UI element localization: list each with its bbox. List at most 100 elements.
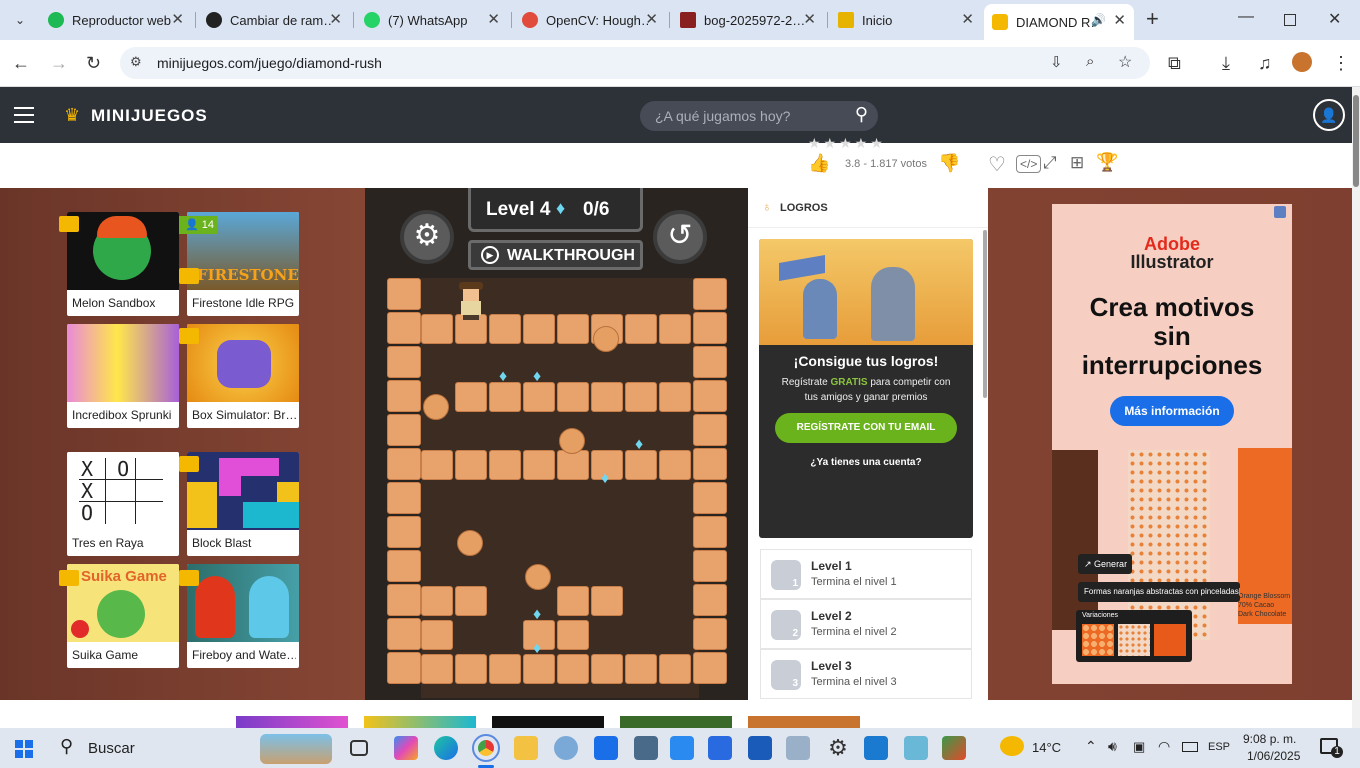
tab-search-button[interactable]: ⌄	[8, 8, 32, 32]
copilot-icon[interactable]	[394, 736, 418, 760]
url-text[interactable]: minijuegos.com/juego/diamond-rush	[157, 55, 382, 71]
ad-generate-button[interactable]: ↗ Generar	[1078, 554, 1132, 574]
camera-icon[interactable]: ▣	[1133, 739, 1145, 755]
game-card-melon-sandbox[interactable]: Melon Sandbox	[67, 212, 179, 316]
tab-spotify[interactable]: Reproductor web ✕	[40, 6, 192, 34]
hamburger-menu-icon[interactable]	[14, 107, 34, 123]
menu-icon[interactable]: ⋮	[1332, 52, 1350, 74]
tab-opencv[interactable]: OpenCV: Hough… ✕	[514, 6, 666, 34]
edge-icon[interactable]	[434, 736, 458, 760]
clock-date[interactable]: 1/06/2025	[1247, 749, 1300, 763]
weather-temp[interactable]: 14°C	[1032, 740, 1061, 755]
trophy-icon[interactable]: 🏆	[1096, 152, 1118, 173]
volume-icon[interactable]: 🔊︎	[1108, 738, 1117, 755]
login-link[interactable]: ¿Ya tienes una cuenta?	[759, 457, 973, 468]
game-card-tres-en-raya[interactable]: X O X O Tres en Raya	[67, 452, 179, 556]
fullscreen-icon[interactable]: ⤢	[1043, 153, 1057, 173]
achievement-level-3[interactable]: 3 Level 3 Termina el nivel 3	[760, 649, 972, 699]
close-window-button[interactable]: ✕	[1328, 9, 1341, 29]
notepad-icon[interactable]	[904, 736, 928, 760]
game-card-block-blast[interactable]: Block Blast	[187, 452, 299, 556]
language-indicator[interactable]: ESP	[1208, 741, 1230, 753]
weather-icon[interactable]	[1000, 736, 1024, 756]
visual-studio-code-icon[interactable]	[864, 736, 888, 760]
download-icon[interactable]: ⤓	[1222, 52, 1230, 74]
outlook-icon[interactable]	[594, 736, 618, 760]
site-logo[interactable]: MINIJUEGOS	[91, 106, 208, 126]
thumbs-down-icon[interactable]: 👎	[938, 153, 960, 174]
game-canvas[interactable]: ♦ ♦ ♦ ♦ ♦ ♦ Level 4 ♦ 0/6 ⚙ ▶ WALKTHROUGH ↺	[365, 188, 748, 700]
speaker-icon[interactable]: 🔊	[1091, 13, 1106, 27]
git-icon[interactable]	[942, 736, 966, 760]
achievement-level-1[interactable]: 1 Level 1 Termina el nivel 1	[760, 549, 972, 599]
battery-icon[interactable]	[1182, 742, 1198, 752]
install-icon[interactable]: ⇩	[1050, 53, 1063, 71]
calculator-icon[interactable]	[634, 736, 658, 760]
windows-start-icon[interactable]	[15, 740, 33, 758]
user-account-icon[interactable]: 👤	[1313, 99, 1345, 131]
tray-chevron-icon[interactable]: ⌃	[1085, 738, 1097, 755]
ad-cta-button[interactable]: Más información	[1110, 396, 1234, 426]
address-bar[interactable]: ⚙ minijuegos.com/juego/diamond-rush ⇩ ⌕ …	[120, 47, 1150, 79]
add-icon[interactable]: ⊞	[1070, 153, 1084, 173]
task-view-icon[interactable]	[350, 740, 368, 756]
back-icon[interactable]: ←	[12, 52, 30, 74]
tab-inicio[interactable]: Inicio ✕	[830, 6, 982, 34]
bookmark-star-icon[interactable]: ☆	[1118, 52, 1132, 72]
clock-time[interactable]: 9:08 p. m.	[1243, 732, 1296, 746]
photos-icon[interactable]	[786, 736, 810, 760]
restart-button[interactable]: ↺	[653, 210, 707, 264]
embed-code-icon[interactable]: </>	[1016, 155, 1042, 173]
reload-icon[interactable]: ↻	[86, 52, 101, 74]
taskbar-search-box[interactable]: ⚲ Buscar	[48, 728, 340, 768]
tab-bog[interactable]: bog-2025972-2… ✕	[672, 6, 824, 34]
close-icon[interactable]: ✕	[803, 12, 816, 28]
game-card-incredibox[interactable]: Incredibox Sprunki	[67, 324, 179, 428]
achievement-level-2[interactable]: 2 Level 2 Termina el nivel 2	[760, 599, 972, 649]
snipping-tool-icon[interactable]	[554, 736, 578, 760]
related-game-thumb[interactable]	[748, 716, 860, 728]
file-explorer-icon[interactable]	[514, 736, 538, 760]
azure-icon[interactable]	[670, 736, 694, 760]
profile-avatar[interactable]	[1292, 52, 1312, 72]
vscode-blue-icon[interactable]	[748, 736, 772, 760]
chrome-icon[interactable]	[472, 734, 500, 762]
game-card-box-simulator[interactable]: Box Simulator: Br…	[187, 324, 299, 428]
tab-whatsapp[interactable]: (7) WhatsApp ✕	[356, 6, 508, 34]
tab-github[interactable]: Cambiar de ram… ✕	[198, 6, 350, 34]
remote-desktop-icon[interactable]	[708, 736, 732, 760]
game-card-fireboy[interactable]: Fireboy and Wate…	[187, 564, 299, 668]
tab-diamond-rush[interactable]: DIAMOND R… 🔊 ✕	[984, 4, 1134, 40]
settings-gear-icon[interactable]: ⚙	[826, 736, 850, 760]
extensions-icon[interactable]: ⧉	[1168, 52, 1181, 74]
register-email-button[interactable]: REGÍSTRATE CON TU EMAIL	[775, 413, 957, 443]
wifi-icon[interactable]: ◠	[1158, 738, 1170, 755]
ad-choices-icon[interactable]	[1274, 206, 1286, 218]
panel-scrollbar[interactable]	[983, 230, 987, 398]
advertisement[interactable]: Adobe Illustrator Crea motivos sin inter…	[1052, 204, 1292, 684]
close-icon[interactable]: ✕	[645, 12, 658, 28]
search-box[interactable]: ¿A qué jugamos hoy? ⚲	[640, 101, 878, 131]
related-game-thumb[interactable]	[492, 716, 604, 728]
media-icon[interactable]: ♫	[1258, 52, 1272, 74]
forward-icon[interactable]: →	[50, 52, 68, 74]
close-icon[interactable]: ✕	[329, 12, 342, 28]
close-icon[interactable]: ✕	[1113, 13, 1126, 29]
settings-gear-button[interactable]: ⚙	[400, 210, 454, 264]
maximize-button[interactable]	[1284, 14, 1296, 26]
close-icon[interactable]: ✕	[487, 12, 500, 28]
minimize-button[interactable]: —	[1238, 8, 1254, 26]
new-tab-button[interactable]: +	[1146, 6, 1159, 32]
related-game-thumb[interactable]	[236, 716, 348, 728]
search-icon[interactable]: ⚲	[855, 104, 868, 125]
related-game-thumb[interactable]	[620, 716, 732, 728]
zoom-icon[interactable]: ⌕	[1086, 53, 1094, 70]
thumbs-up-icon[interactable]: 👍	[808, 153, 830, 174]
game-card-suika[interactable]: Suika Game Suika Game	[67, 564, 179, 668]
site-info-icon[interactable]: ⚙	[130, 54, 142, 70]
close-icon[interactable]: ✕	[961, 12, 974, 28]
related-game-thumb[interactable]	[364, 716, 476, 728]
page-scrollbar[interactable]	[1352, 87, 1360, 728]
search-input[interactable]: ¿A qué jugamos hoy?	[655, 108, 790, 124]
walkthrough-button[interactable]: ▶ WALKTHROUGH	[468, 240, 643, 270]
